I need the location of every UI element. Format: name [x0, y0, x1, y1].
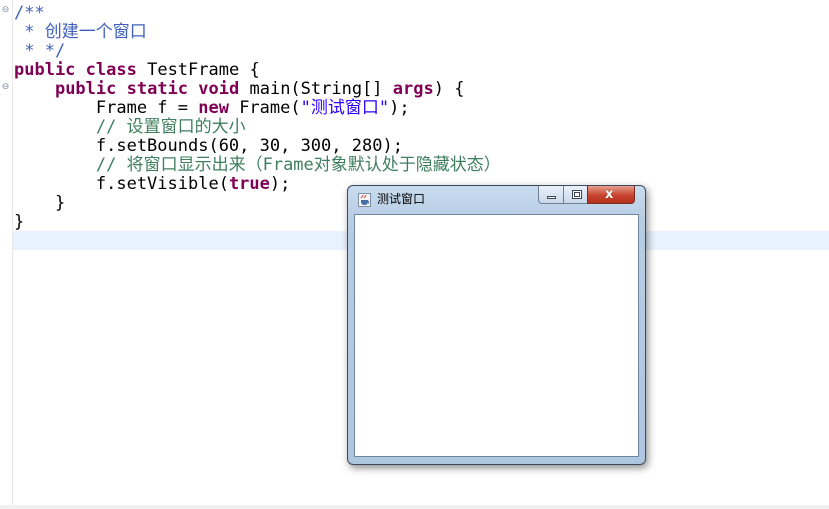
code-token: f.setVisible(	[14, 174, 229, 194]
code-token: * */	[14, 41, 66, 61]
code-token: /**	[14, 3, 45, 23]
close-button[interactable]: x	[587, 186, 635, 204]
code-token: static	[126, 79, 189, 99]
code-token: }	[14, 193, 66, 213]
minimize-button[interactable]	[538, 186, 564, 204]
code-token: new	[198, 98, 229, 118]
code-token: true	[228, 174, 270, 194]
code-token: "测试窗口"	[300, 98, 390, 118]
window-controls: x	[538, 186, 640, 205]
maximize-button[interactable]	[563, 186, 588, 204]
code-line[interactable]: /**	[14, 4, 501, 23]
maximize-icon	[572, 190, 582, 199]
minimize-icon	[547, 196, 556, 199]
editor-gutter: ⊖ ⊖	[0, 0, 13, 509]
code-line[interactable]: public class TestFrame {	[14, 61, 501, 80]
code-token: public	[14, 60, 76, 80]
code-line[interactable]: // 将窗口显示出来（Frame对象默认处于隐藏状态）	[14, 156, 501, 175]
code-token: class	[85, 60, 137, 80]
code-token: // 设置窗口的大小	[95, 117, 246, 137]
code-line[interactable]: * 创建一个窗口	[14, 23, 501, 42]
code-token: public	[54, 79, 117, 99]
code-line[interactable]: * */	[14, 42, 501, 61]
close-icon: x	[605, 187, 614, 202]
fold-collapse-icon[interactable]: ⊖	[1, 83, 10, 92]
code-line[interactable]: Frame f = new Frame("测试窗口");	[14, 99, 501, 118]
code-line[interactable]: // 设置窗口的大小	[14, 118, 501, 137]
code-token: Frame(	[228, 98, 301, 118]
window-client-area[interactable]	[354, 214, 639, 457]
code-token: args	[392, 79, 434, 99]
code-token: * 创建一个窗口	[14, 22, 147, 42]
code-token: ) {	[433, 79, 465, 99]
code-token: TestFrame {	[136, 60, 260, 80]
window-title: 测试窗口	[377, 192, 426, 206]
java-cup-icon	[358, 193, 371, 207]
code-token: }	[14, 212, 25, 232]
editor-bottom-edge	[0, 505, 829, 509]
code-token: Frame f =	[14, 98, 199, 118]
code-token: );	[389, 98, 410, 118]
code-token: // 将窗口显示出来（Frame对象默认处于隐藏状态）	[95, 155, 501, 175]
code-token: f.setBounds(60, 30, 300, 280);	[14, 136, 403, 156]
code-token: void	[198, 79, 240, 99]
code-line[interactable]: f.setBounds(60, 30, 300, 280);	[14, 137, 501, 156]
window-title-bar[interactable]: 测试窗口 x	[348, 186, 645, 212]
code-token: );	[269, 174, 291, 194]
fold-collapse-icon[interactable]: ⊖	[1, 6, 10, 15]
frame-window[interactable]: 测试窗口 x	[347, 185, 646, 465]
code-line[interactable]: public static void main(String[] args) {	[14, 80, 501, 99]
code-token: main(String[]	[239, 79, 393, 99]
